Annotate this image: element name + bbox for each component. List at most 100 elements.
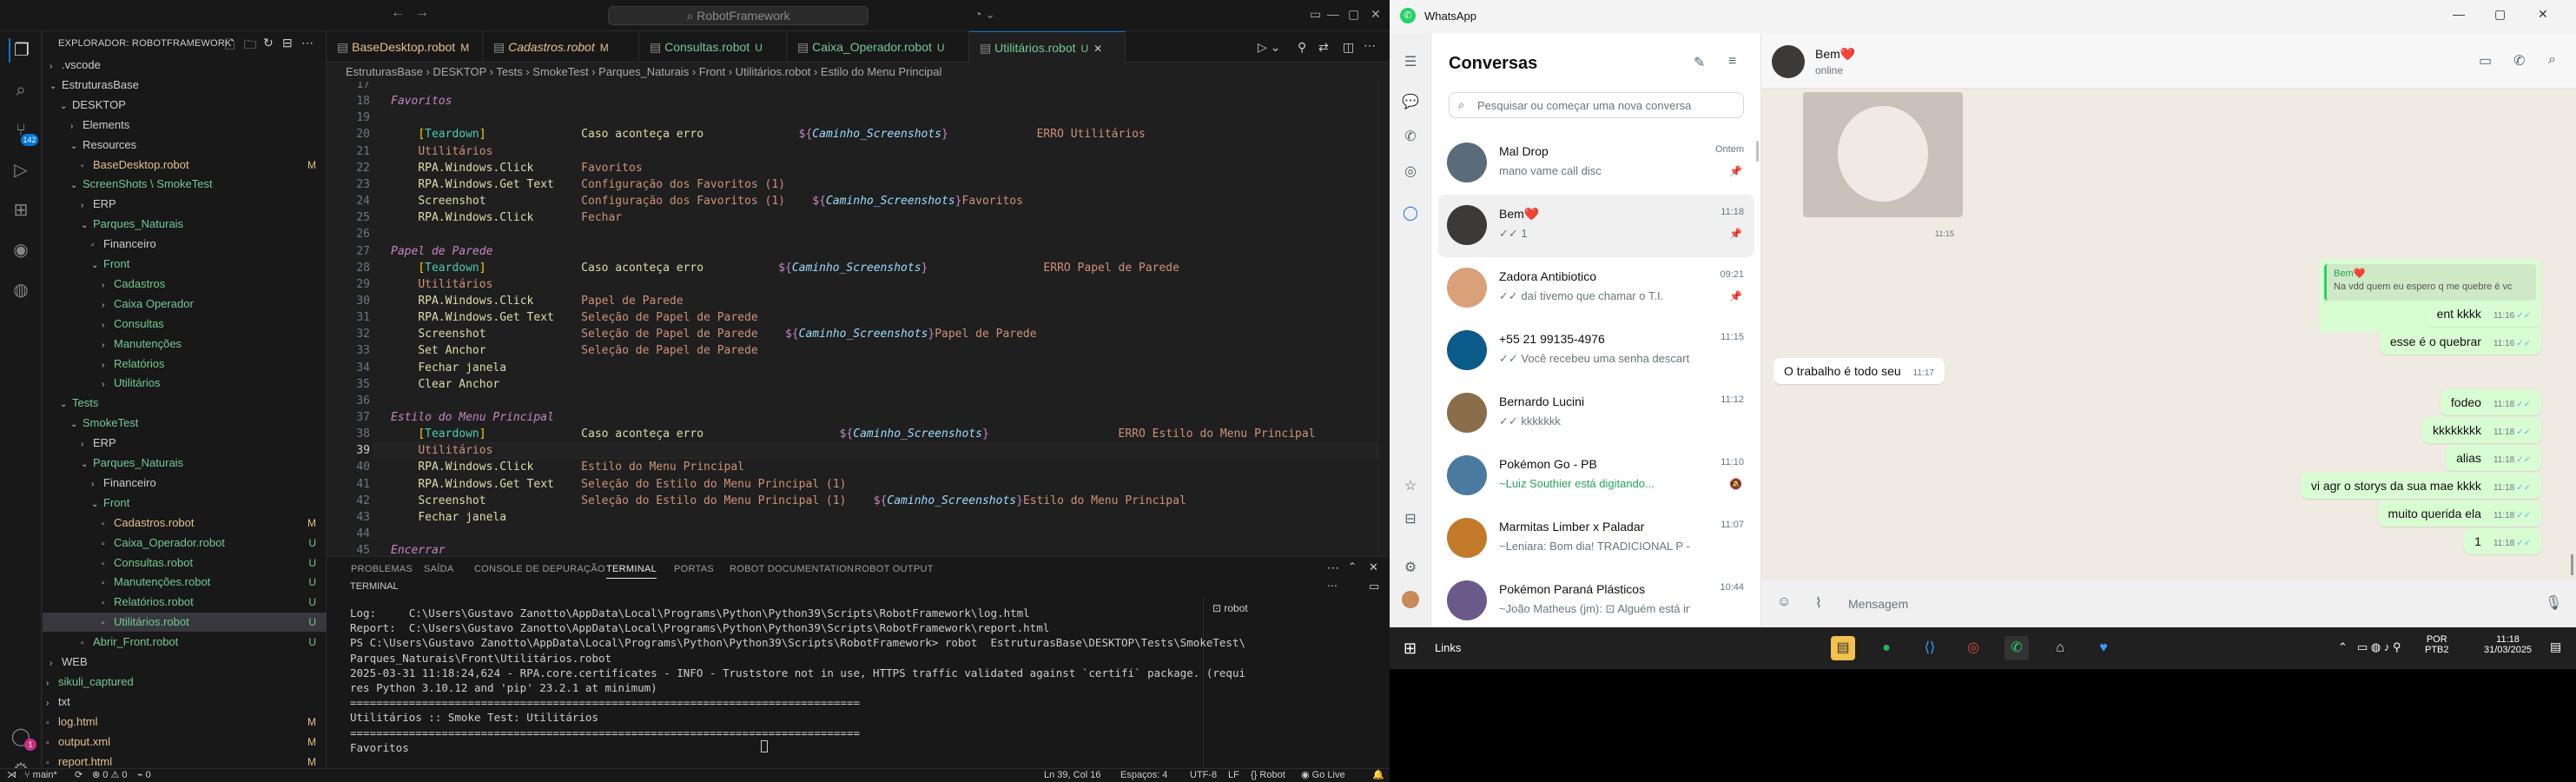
- search-input[interactable]: ⌕ Pesquisar ou começar uma nova conversa: [1449, 92, 1744, 118]
- spotify-icon[interactable]: ●: [1874, 636, 1899, 660]
- panel-tab[interactable]: PORTAS: [674, 564, 714, 574]
- whatsapp-icon[interactable]: ✆: [2005, 636, 2029, 660]
- received-message[interactable]: O trabalho é todo seu 11:17: [1773, 358, 1945, 384]
- panel-tab[interactable]: ROBOT DOCUMENTATION: [730, 564, 854, 574]
- chat-row[interactable]: Pokémon Go - PB ~Luiz Southier está digit…: [1438, 445, 1754, 507]
- code-line[interactable]: Clear Anchor: [391, 376, 499, 393]
- terminal-instance[interactable]: ⊡ robot: [1212, 602, 1248, 614]
- code-line[interactable]: Screenshot Configuração dos Favoritos (1…: [391, 193, 1023, 209]
- tree-item[interactable]: › ERP: [43, 195, 327, 214]
- tree-item[interactable]: ▫ log.html M: [43, 712, 327, 732]
- tree-item[interactable]: › Cadastros: [43, 275, 327, 294]
- app-icon-2[interactable]: ♥: [2091, 636, 2116, 660]
- app-icon[interactable]: ⌂: [2048, 636, 2072, 660]
- tree-item[interactable]: ▫ Caixa_Operador.robot U: [43, 533, 327, 553]
- maximize-icon[interactable]: ▢: [1348, 7, 1359, 22]
- panel-tab[interactable]: CONSOLE DE DEPURAÇÃO: [474, 564, 605, 574]
- code-line[interactable]: Utilitários: [391, 276, 492, 293]
- notification-icon[interactable]: ▤: [2550, 640, 2561, 654]
- panel-maximize-icon[interactable]: ⌃: [1348, 560, 1357, 573]
- run-icon[interactable]: ▷ ⌄: [1258, 40, 1280, 55]
- tree-item[interactable]: ▫ output.xml M: [43, 732, 327, 752]
- tree-item[interactable]: ▫ BaseDesktop.robot M: [43, 156, 327, 175]
- tree-item[interactable]: ⌄ EstruturasBase: [43, 76, 327, 95]
- contact-avatar[interactable]: [1772, 45, 1805, 78]
- tree-item[interactable]: › Manutenções: [43, 335, 327, 354]
- remote-icon[interactable]: ⋊: [7, 769, 17, 782]
- chat-row[interactable]: Bem❤️ ✓✓ 1 11:18 📌: [1438, 195, 1754, 257]
- tab-close-icon[interactable]: ✕: [1093, 43, 1102, 55]
- ports-indicator[interactable]: ⌁ 0: [137, 769, 151, 782]
- sent-message[interactable]: muito querida ela 11:18 ✓✓: [2377, 500, 2541, 527]
- code-line[interactable]: RPA.Windows.Get Text Seleção de Papel de…: [391, 309, 757, 326]
- vscode-icon[interactable]: ⟨⟩: [1918, 636, 1942, 660]
- tree-item[interactable]: ⌄ Tests: [43, 394, 327, 413]
- tree-item[interactable]: › .vscode: [43, 56, 327, 75]
- eol[interactable]: LF: [1228, 769, 1239, 782]
- tree-item[interactable]: ▫ Cadastros.robot M: [43, 514, 327, 533]
- chat-row[interactable]: Bernardo Lucini ✓✓ kkkkkkk 11:12: [1438, 382, 1754, 445]
- code-line[interactable]: Estilo do Menu Principal: [391, 409, 554, 426]
- tree-item[interactable]: › Utilitários: [43, 374, 327, 393]
- quote-block[interactable]: Bem❤️ Na vdd quem eu espero q me quebre …: [2324, 264, 2536, 301]
- language-indicator[interactable]: POR PTB2: [2425, 634, 2449, 655]
- tree-item[interactable]: ⌄ ScreenShots \ SmokeTest: [43, 175, 327, 194]
- tree-item[interactable]: › Relatórios: [43, 355, 327, 374]
- scrollbar[interactable]: [2571, 554, 2573, 575]
- filter-icon[interactable]: ≡: [1728, 54, 1736, 70]
- code-line[interactable]: Fechar janela: [391, 360, 506, 376]
- starred-icon[interactable]: ☆: [1400, 476, 1421, 497]
- copilot-chat-icon[interactable]: ◉: [9, 238, 33, 262]
- chat-row[interactable]: Marmitas Limber x Paladar ~Leniara: Bom d…: [1438, 507, 1754, 570]
- language-mode[interactable]: {} Robot: [1251, 769, 1285, 782]
- code-line[interactable]: [Teardown] Caso aconteça erro ${Caminho_…: [391, 126, 1146, 142]
- search-icon[interactable]: ⌕: [2548, 52, 2556, 68]
- code-line[interactable]: Utilitários: [391, 442, 492, 459]
- panel-tab[interactable]: ROBOT OUTPUT: [855, 564, 934, 574]
- archived-icon[interactable]: ⊟: [1400, 509, 1421, 530]
- tray-chevron-icon[interactable]: ⌃: [2338, 640, 2348, 654]
- tree-item[interactable]: ⌄ Front: [43, 494, 327, 513]
- chrome-icon[interactable]: ◎: [1961, 636, 1985, 660]
- panel-close-icon[interactable]: ✕: [1369, 560, 1378, 574]
- go-live[interactable]: ◉ Go Live: [1301, 769, 1345, 782]
- tree-item[interactable]: ⌄ Parques_Naturais: [43, 215, 327, 234]
- tree-item[interactable]: ▫ Abrir_Front.robot U: [43, 633, 327, 652]
- code-line[interactable]: RPA.Windows.Click Favoritos: [391, 160, 642, 176]
- forward-icon[interactable]: →: [415, 5, 429, 21]
- tree-item[interactable]: › ERP: [43, 434, 327, 453]
- tree-item[interactable]: › Consultas: [43, 315, 327, 334]
- more-icon[interactable]: ⋯: [1364, 38, 1376, 53]
- back-icon[interactable]: ←: [391, 5, 405, 21]
- more-actions-icon[interactable]: ⋯: [301, 36, 314, 50]
- code-line[interactable]: RPA.Windows.Get Text Seleção do Estilo d…: [391, 476, 846, 493]
- sent-message[interactable]: kkkkkkkk 11:18 ✓✓: [2421, 417, 2541, 443]
- close-icon[interactable]: ✕: [2538, 7, 2548, 22]
- code-line[interactable]: Fechar janela: [391, 509, 506, 526]
- contact-name[interactable]: Bem❤️: [1815, 47, 1855, 62]
- editor-tab[interactable]: ▤ Consultas.robot U: [639, 31, 787, 63]
- split-editor-icon[interactable]: ◫: [1343, 40, 1354, 55]
- new-file-icon[interactable]: 🗋: [225, 36, 234, 56]
- close-icon[interactable]: ✕: [1371, 7, 1381, 22]
- panel-tab[interactable]: TERMINAL: [606, 564, 657, 579]
- start-icon[interactable]: ⊞: [1404, 640, 1417, 658]
- code-line[interactable]: Favoritos: [391, 93, 452, 109]
- code-line[interactable]: Encerrar: [391, 542, 446, 556]
- file-explorer-icon[interactable]: ▤: [1831, 636, 1855, 660]
- code-line[interactable]: Screenshot Seleção de Papel de Parede ${…: [391, 326, 1036, 342]
- search-icon[interactable]: ⌕: [9, 78, 33, 103]
- profile-avatar[interactable]: [1402, 591, 1419, 608]
- meta-ai-icon[interactable]: ◯: [1400, 203, 1421, 224]
- terminal-layout-icon[interactable]: ▭: [1369, 580, 1379, 593]
- problems-indicator[interactable]: ⊗ 0 ⚠ 0: [92, 769, 127, 782]
- sent-message[interactable]: ent kkkk 11:16 ✓✓: [2426, 301, 2541, 327]
- encoding[interactable]: UTF-8: [1190, 769, 1217, 782]
- extensions-icon[interactable]: ⊞: [9, 198, 33, 222]
- cursor-position[interactable]: Ln 39, Col 16: [1044, 769, 1100, 782]
- code-line[interactable]: RPA.Windows.Click Fechar: [391, 209, 622, 226]
- chat-row[interactable]: +55 21 99135-4976 ✓✓ Você recebeu uma sen…: [1438, 320, 1754, 382]
- new-folder-icon[interactable]: 🗀: [244, 36, 256, 56]
- breadcrumb[interactable]: EstruturasBase › DESKTOP › Tests › Smoke…: [327, 63, 1390, 82]
- attach-icon[interactable]: ⌇: [1815, 594, 1822, 612]
